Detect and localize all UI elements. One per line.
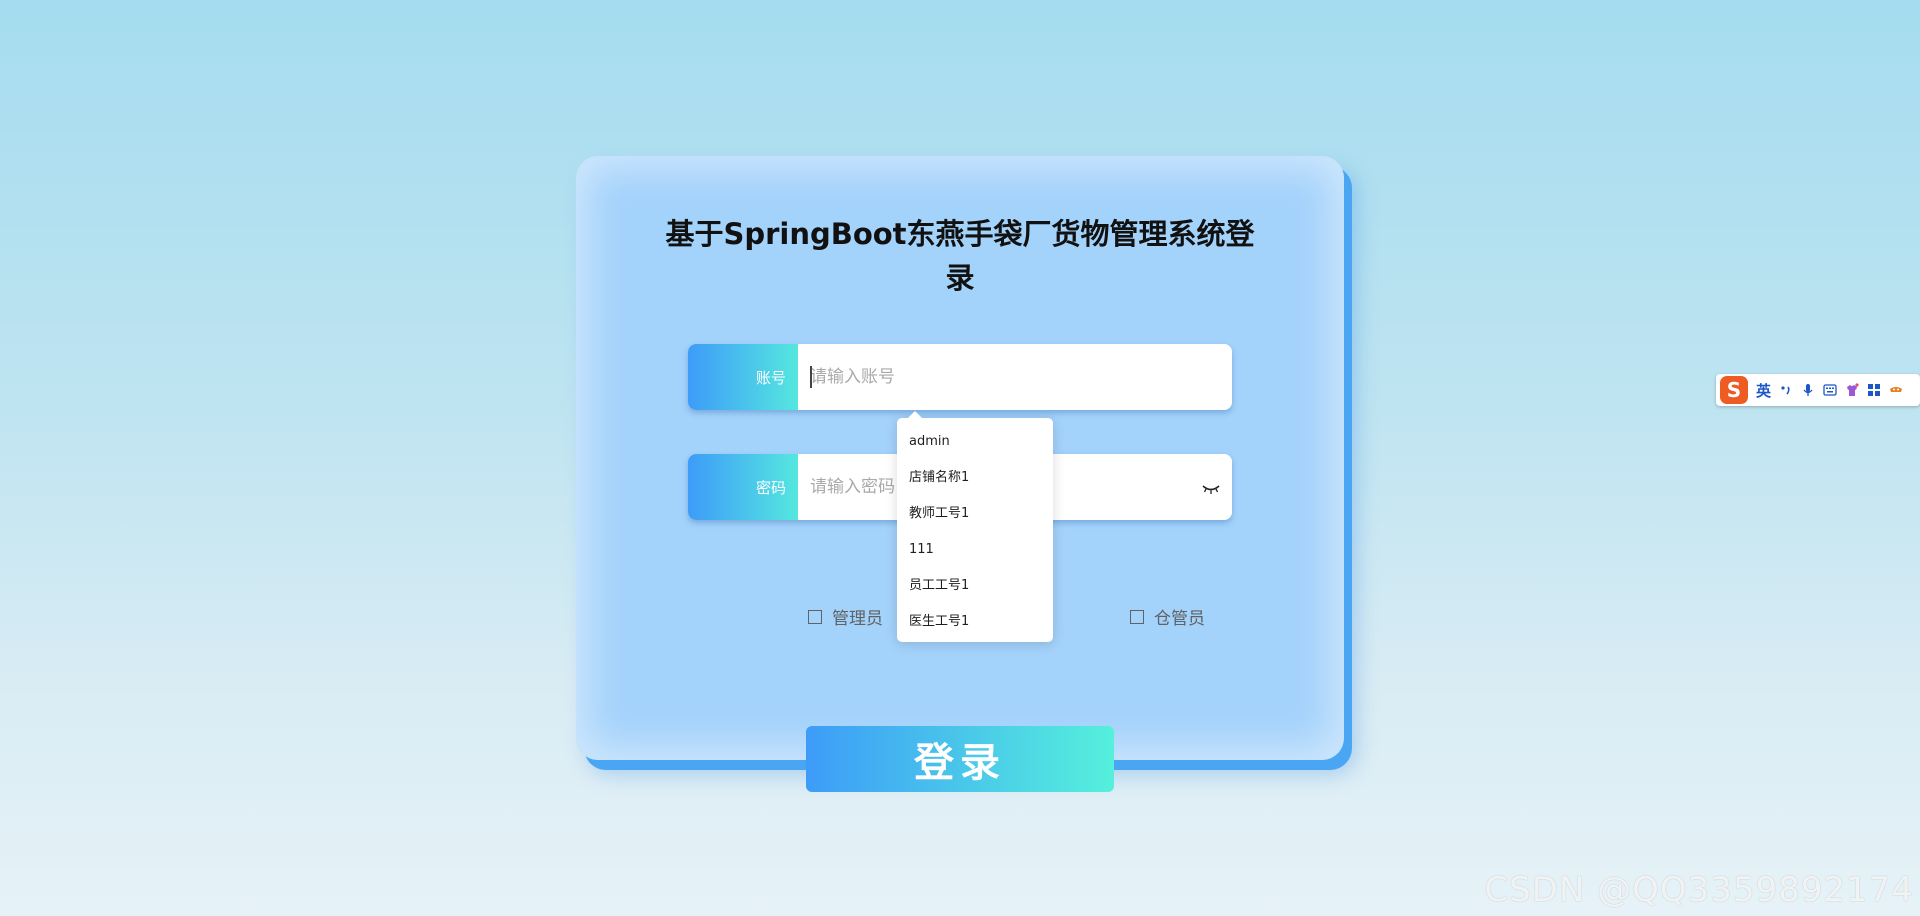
autocomplete-option[interactable]: 111 <box>897 532 1053 568</box>
dropdown-arrow <box>907 411 923 419</box>
account-label: 账号 <box>688 344 798 410</box>
skin-icon[interactable] <box>1845 383 1859 397</box>
account-autocomplete-dropdown: admin 店铺名称1 教师工号1 111 员工工号1 医生工号1 <box>897 411 1053 642</box>
autocomplete-option[interactable]: 教师工号1 <box>897 496 1053 532</box>
autocomplete-option[interactable]: 医生工号1 <box>897 604 1053 640</box>
role-warehouse-keeper-label: 仓管员 <box>1154 609 1205 629</box>
ime-mode-toggle[interactable]: 英 <box>1756 380 1771 401</box>
autocomplete-option[interactable]: 店铺名称1 <box>897 460 1053 496</box>
password-label: 密码 <box>688 454 798 520</box>
autocomplete-option[interactable]: 员工工号1 <box>897 568 1053 604</box>
checkbox-icon[interactable] <box>808 609 822 624</box>
autocomplete-option[interactable]: admin <box>897 424 1053 460</box>
role-admin-label: 管理员 <box>832 609 883 629</box>
keyboard-icon[interactable] <box>1823 383 1837 397</box>
checkbox-icon[interactable] <box>1130 609 1144 624</box>
login-button[interactable]: 登录 <box>806 726 1114 792</box>
punctuation-icon[interactable] <box>1779 383 1793 397</box>
eye-closed-icon[interactable] <box>1202 480 1220 494</box>
role-admin[interactable]: 管理员 <box>808 604 883 629</box>
account-input[interactable] <box>798 344 1232 410</box>
microphone-icon[interactable] <box>1801 383 1815 397</box>
text-caret <box>810 366 812 388</box>
sogou-logo-icon[interactable]: S <box>1720 376 1748 404</box>
toolbox-icon[interactable] <box>1867 383 1881 397</box>
page-title: 基于SpringBoot东燕手袋厂货物管理系统登录 <box>665 217 1255 295</box>
account-row: 账号 <box>688 344 1232 410</box>
more-icon[interactable] <box>1889 383 1903 397</box>
csdn-watermark: CSDN @QQ3359892174 <box>1484 870 1914 910</box>
role-warehouse-keeper[interactable]: 仓管员 <box>1130 604 1205 629</box>
ime-toolbar: S 英 <box>1716 374 1920 406</box>
